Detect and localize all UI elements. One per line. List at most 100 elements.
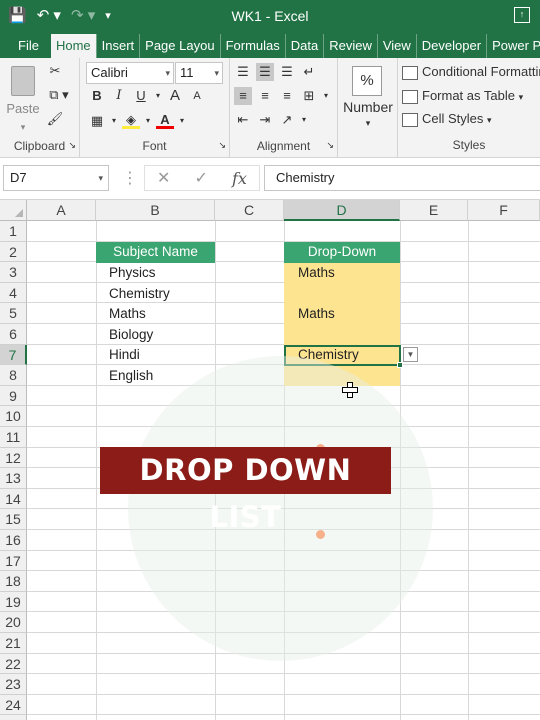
formula-input[interactable]: Chemistry	[264, 165, 540, 191]
cell-b3[interactable]: Physics	[109, 263, 156, 283]
font-launcher-icon[interactable]: ↘	[218, 136, 226, 154]
copy-icon[interactable]: ⧉ ▾	[44, 86, 74, 104]
row-header-10[interactable]: 10	[0, 406, 27, 427]
row-header-7[interactable]: 7	[0, 344, 27, 366]
column-header-c[interactable]: C	[215, 200, 284, 221]
select-all-button[interactable]	[0, 200, 27, 221]
row-header-25[interactable]: 25	[0, 715, 27, 720]
row-header-14[interactable]: 14	[0, 488, 27, 510]
ribbon-display-options-icon[interactable]: ↑	[514, 7, 530, 23]
align-center-icon[interactable]: ≡	[256, 87, 274, 105]
row-header-18[interactable]: 18	[0, 571, 27, 592]
font-name-combo[interactable]: Calibri ▾	[86, 62, 174, 84]
row-header-19[interactable]: 19	[0, 591, 27, 613]
font-color-icon[interactable]: A	[156, 113, 174, 129]
increase-font-button[interactable]: A	[166, 87, 184, 105]
cell-b5[interactable]: Maths	[109, 304, 146, 324]
row-header-13[interactable]: 13	[0, 468, 27, 489]
tab-file[interactable]: File	[0, 34, 51, 58]
clipboard-launcher-icon[interactable]: ↘	[68, 136, 76, 154]
tab-developer[interactable]: Developer	[415, 34, 486, 58]
align-right-icon[interactable]: ≡	[278, 87, 296, 105]
insert-function-icon[interactable]: fx	[232, 169, 247, 188]
row-header-11[interactable]: 11	[0, 427, 27, 448]
formula-bar-splitter[interactable]: ⋮	[122, 168, 138, 188]
dropdown-arrow-button[interactable]: ▼	[403, 347, 418, 362]
tab-view[interactable]: View	[376, 34, 416, 58]
row-header-16[interactable]: 16	[0, 530, 27, 551]
tab-formulas[interactable]: Formulas	[219, 34, 285, 58]
row-header-21[interactable]: 21	[0, 633, 27, 654]
top-align-icon[interactable]: ☰	[234, 63, 252, 81]
borders-dropdown-icon[interactable]: ▾	[110, 112, 118, 130]
cell-b7[interactable]: Hindi	[109, 345, 140, 365]
tab-home[interactable]: Home	[50, 34, 96, 58]
cell-b4[interactable]: Chemistry	[109, 284, 170, 304]
decrease-font-button[interactable]: A	[188, 87, 206, 105]
cell-b8[interactable]: English	[109, 366, 153, 386]
dropdown-header[interactable]: Drop-Down	[284, 242, 400, 263]
name-box[interactable]: D7 ▾	[3, 165, 109, 191]
number-group[interactable]: % Number ▾	[338, 58, 398, 157]
row-header-9[interactable]: 9	[0, 385, 27, 407]
cut-icon[interactable]: ✂	[46, 62, 64, 80]
orientation-icon[interactable]: ↗	[278, 111, 296, 129]
column-header-d[interactable]: D	[284, 200, 400, 221]
format-painter-icon[interactable]: 🖌	[46, 110, 64, 128]
fill-color-dropdown-icon[interactable]: ▾	[144, 112, 152, 130]
row-header-1[interactable]: 1	[0, 221, 27, 242]
tab-page-layout[interactable]: Page Layou	[139, 34, 219, 58]
row-header-2[interactable]: 2	[0, 241, 27, 263]
merge-dropdown-icon[interactable]: ▾	[322, 87, 330, 105]
orientation-dropdown-icon[interactable]: ▾	[300, 111, 308, 129]
row-header-8[interactable]: 8	[0, 365, 27, 386]
cell-d5[interactable]: Maths	[298, 304, 335, 324]
row-header-24[interactable]: 24	[0, 694, 27, 716]
enter-icon[interactable]: ✓	[195, 168, 208, 188]
column-header-e[interactable]: E	[400, 200, 468, 221]
bottom-align-icon[interactable]: ☰	[278, 63, 296, 81]
alignment-launcher-icon[interactable]: ↘	[326, 136, 334, 154]
italic-button[interactable]: I	[110, 87, 128, 105]
middle-align-icon[interactable]: ☰	[256, 63, 274, 81]
tab-review[interactable]: Review	[323, 34, 377, 58]
conditional-formatting-button[interactable]: Conditional Formatting	[402, 64, 540, 80]
cell-d3[interactable]: Maths	[298, 263, 335, 283]
subject-name-header[interactable]: Subject Name	[96, 242, 215, 263]
fill-color-icon[interactable]: ◈	[122, 113, 140, 129]
styles-group-label: Styles	[452, 138, 486, 152]
underline-dropdown-icon[interactable]: ▾	[154, 87, 162, 105]
column-header-f[interactable]: F	[468, 200, 540, 221]
increase-indent-icon[interactable]: ⇥	[256, 111, 274, 129]
decrease-indent-icon[interactable]: ⇤	[234, 111, 252, 129]
format-as-table-button[interactable]: Format as Table ▾	[402, 88, 523, 104]
column-header-a[interactable]: A	[27, 200, 96, 221]
underline-button[interactable]: U	[132, 87, 150, 105]
fill-handle[interactable]	[397, 362, 403, 368]
cell-styles-button[interactable]: Cell Styles ▾	[402, 111, 492, 127]
cancel-icon[interactable]: ✕	[157, 168, 170, 188]
merge-center-icon[interactable]: ⊞	[300, 87, 318, 105]
row-header-12[interactable]: 12	[0, 447, 27, 469]
font-size-combo[interactable]: 11 ▾	[175, 62, 223, 84]
row-header-17[interactable]: 17	[0, 550, 27, 572]
row-header-3[interactable]: 3	[0, 262, 27, 283]
row-header-4[interactable]: 4	[0, 282, 27, 304]
borders-icon[interactable]: ▦	[88, 112, 106, 130]
row-header-20[interactable]: 20	[0, 612, 27, 633]
row-header-15[interactable]: 15	[0, 509, 27, 530]
row-header-23[interactable]: 23	[0, 674, 27, 695]
column-header-b[interactable]: B	[96, 200, 215, 221]
cell-b6[interactable]: Biology	[109, 325, 153, 345]
paste-button[interactable]: Paste ▾	[6, 64, 40, 132]
row-header-22[interactable]: 22	[0, 653, 27, 675]
font-color-dropdown-icon[interactable]: ▾	[178, 112, 186, 130]
tab-power-pivot[interactable]: Power Pivo	[486, 34, 540, 58]
tab-insert[interactable]: Insert	[95, 34, 140, 58]
wrap-text-icon[interactable]: ↵	[300, 63, 318, 81]
bold-button[interactable]: B	[88, 87, 106, 105]
row-header-6[interactable]: 6	[0, 324, 27, 345]
tab-data[interactable]: Data	[284, 34, 323, 58]
align-left-icon[interactable]: ≡	[234, 87, 252, 105]
row-header-5[interactable]: 5	[0, 303, 27, 324]
